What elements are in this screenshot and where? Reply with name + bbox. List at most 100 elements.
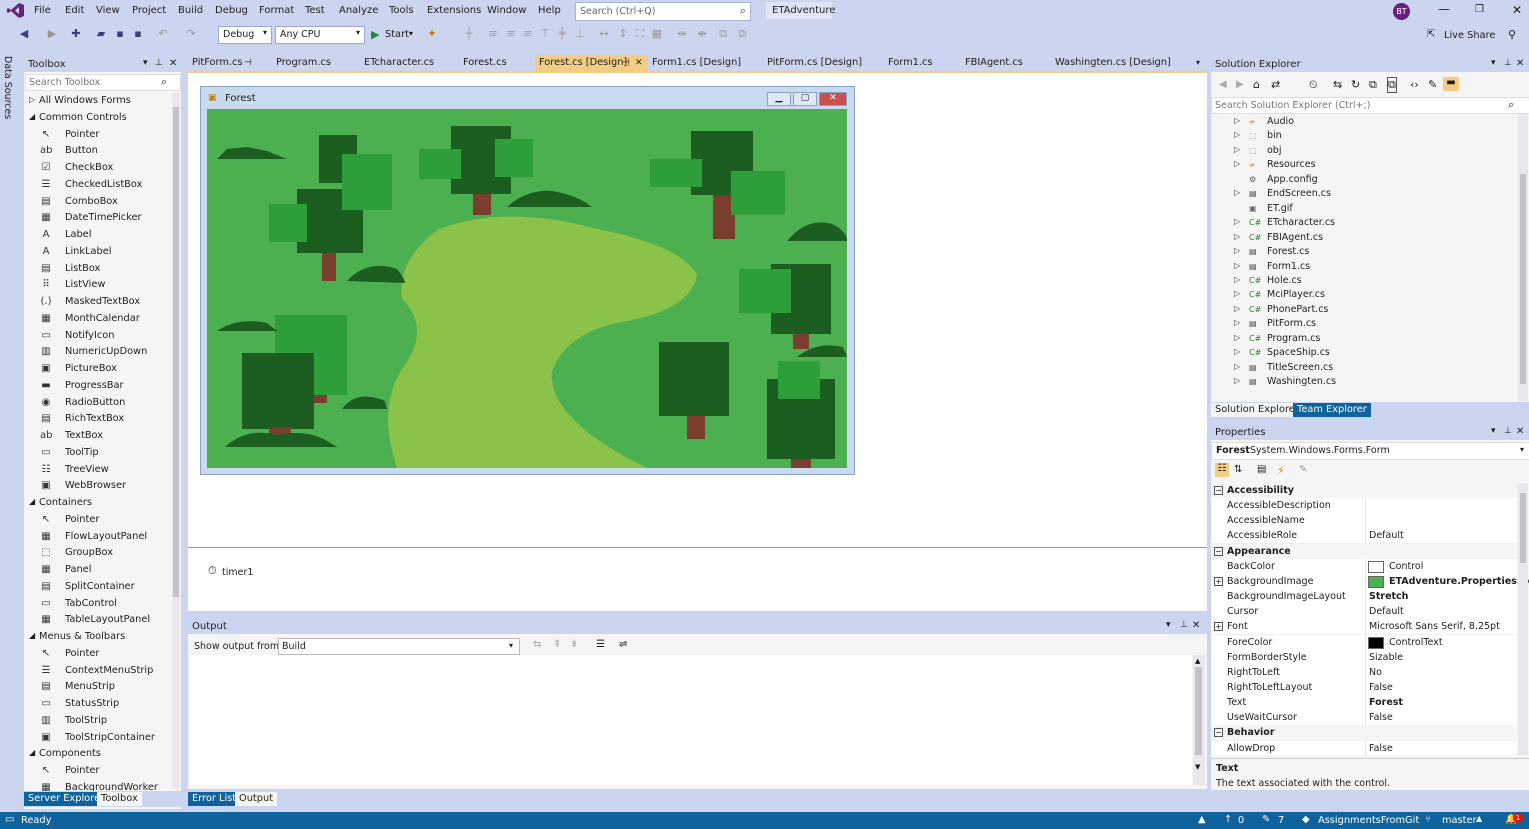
toolbox-item[interactable]: ☰ ContextMenuStrip bbox=[24, 663, 172, 679]
tab-toolbox[interactable]: Toolbox bbox=[97, 792, 142, 806]
align-top-icon[interactable]: ⊤ bbox=[539, 28, 551, 40]
toolbox-item[interactable]: ▣ PictureBox bbox=[24, 361, 172, 377]
collapse-all-icon[interactable]: ⧉ bbox=[1369, 78, 1377, 92]
toolbox-item[interactable]: (.) MaskedTextBox bbox=[24, 294, 172, 310]
live-share-icon[interactable]: ⇱ bbox=[1427, 29, 1435, 40]
output-scroll-thumb[interactable] bbox=[1195, 667, 1202, 755]
open-folder-icon[interactable]: ▰ bbox=[95, 28, 107, 40]
toolbox-item[interactable]: ▭ ToolTip bbox=[24, 445, 172, 461]
property-value[interactable]: False bbox=[1369, 682, 1393, 693]
toolbox-item[interactable]: ▦ MonthCalendar bbox=[24, 311, 172, 327]
view-code-icon[interactable]: ‹› bbox=[1410, 78, 1419, 91]
toolbox-item[interactable]: ▤ ComboBox bbox=[24, 194, 172, 210]
document-tab[interactable]: Forest.cs [Design] ⊣ ✕ bbox=[535, 55, 648, 71]
document-tab[interactable]: ETcharacter.cs bbox=[360, 55, 459, 71]
toolbox-item[interactable]: ▣ ToolStripContainer bbox=[24, 730, 172, 746]
property-value[interactable]: Stretch bbox=[1369, 591, 1408, 602]
save-icon[interactable]: ▪ bbox=[114, 28, 126, 40]
attach-icon[interactable]: ✦ bbox=[426, 28, 438, 40]
search-input[interactable]: Search (Ctrl+Q) ⌕ bbox=[575, 2, 751, 21]
expand-icon[interactable]: + bbox=[1214, 622, 1223, 632]
expand-icon[interactable]: ▷ bbox=[1234, 188, 1240, 197]
solution-tree-item[interactable]: ▷ ▤ PitForm.cs bbox=[1211, 317, 1516, 331]
send-back-icon[interactable]: ⧉ bbox=[736, 28, 748, 40]
properties-scrollbar[interactable] bbox=[1518, 483, 1528, 755]
expand-icon[interactable]: ▷ bbox=[1234, 318, 1240, 327]
toolbox-item[interactable]: ▤ SplitContainer bbox=[24, 579, 172, 595]
solution-tree-item[interactable]: ▷ C# FBIAgent.cs bbox=[1211, 231, 1516, 245]
property-row[interactable]: RightToLeftLayout False bbox=[1211, 679, 1517, 696]
expand-icon[interactable]: ▷ bbox=[1234, 145, 1240, 154]
feedback-icon[interactable]: ⚲ bbox=[1508, 28, 1516, 41]
toolbox-category[interactable]: ▷ All Windows Forms bbox=[24, 93, 172, 109]
solution-scroll-thumb[interactable] bbox=[1520, 174, 1526, 384]
toolbox-item[interactable]: ▤ RichTextBox bbox=[24, 411, 172, 427]
toolbox-item[interactable]: ▥ NumericUpDown bbox=[24, 344, 172, 360]
properties-icon[interactable]: ✎ bbox=[1428, 78, 1437, 91]
same-height-icon[interactable]: ↕ bbox=[617, 28, 629, 40]
property-row[interactable]: AccessibleRole Default bbox=[1211, 528, 1517, 545]
property-row[interactable]: AccessibleName bbox=[1211, 513, 1517, 530]
pin-icon[interactable]: ⊥ bbox=[155, 58, 163, 68]
expand-icon[interactable]: ▷ bbox=[1234, 289, 1240, 298]
collapse-icon[interactable]: − bbox=[1214, 546, 1223, 556]
toolbox-category[interactable]: ◢ Common Controls bbox=[24, 110, 172, 126]
property-row[interactable]: AccessibleDescription bbox=[1211, 498, 1517, 515]
toolbox-item[interactable]: ⬚ GroupBox bbox=[24, 545, 172, 561]
document-tab[interactable]: Program.cs bbox=[272, 55, 360, 71]
toolbox-category[interactable]: ◢ Components bbox=[24, 746, 172, 762]
dropdown-icon[interactable]: ▾ bbox=[1491, 426, 1496, 436]
close-icon[interactable]: ✕ bbox=[1516, 426, 1524, 437]
expand-icon[interactable]: ▷ bbox=[1234, 347, 1240, 356]
expand-icon[interactable]: ▷ bbox=[1234, 362, 1240, 371]
repo-icon[interactable]: ◆ bbox=[1302, 814, 1310, 825]
property-row[interactable]: + BackgroundImage ETAdventure.Properties.R… bbox=[1211, 573, 1529, 590]
pin-icon[interactable]: ⊥ bbox=[1180, 620, 1188, 630]
toolbox-item[interactable]: ▦ FlowLayoutPanel bbox=[24, 529, 172, 545]
close-tab-icon[interactable]: ✕ bbox=[635, 55, 643, 71]
menu-build[interactable]: Build bbox=[178, 5, 203, 16]
avatar[interactable]: BT bbox=[1393, 3, 1410, 20]
expand-icon[interactable]: ▷ bbox=[1234, 116, 1240, 125]
property-row[interactable]: ForeColor ControlText bbox=[1211, 634, 1517, 651]
home-icon[interactable]: ⌂ bbox=[1253, 78, 1260, 91]
properties-scroll-thumb[interactable] bbox=[1520, 493, 1526, 563]
property-row[interactable]: Cursor Default bbox=[1211, 604, 1517, 621]
toolbox-item[interactable]: ▥ ToolStrip bbox=[24, 713, 172, 729]
expand-icon[interactable]: + bbox=[1214, 576, 1223, 586]
dropdown-icon[interactable]: ▾ bbox=[1491, 58, 1496, 68]
property-pages-icon[interactable]: ✎ bbox=[1299, 464, 1307, 475]
expand-icon[interactable]: ▷ bbox=[29, 95, 35, 104]
menu-extensions[interactable]: Extensions bbox=[427, 5, 481, 16]
toolbox-search-input[interactable]: Search Toolbox ⌕ bbox=[25, 74, 181, 91]
pencil-icon[interactable]: ✎ bbox=[1262, 814, 1270, 825]
property-value[interactable]: Default bbox=[1369, 530, 1404, 541]
output-text-area[interactable] bbox=[190, 655, 1192, 785]
preview-icon[interactable]: ▬ bbox=[1443, 77, 1459, 91]
menu-tools[interactable]: Tools bbox=[389, 5, 414, 16]
menu-debug[interactable]: Debug bbox=[215, 5, 248, 16]
property-row[interactable]: BackColor Control bbox=[1211, 558, 1517, 575]
repo-name[interactable]: AssignmentsFromGit bbox=[1318, 815, 1419, 826]
spacing-icon[interactable]: ⇹ bbox=[676, 28, 688, 40]
toolbox-item[interactable]: ↖ Pointer bbox=[24, 127, 172, 143]
branch-name[interactable]: master bbox=[1442, 815, 1477, 826]
property-value[interactable]: Control bbox=[1389, 561, 1423, 572]
timer1-component[interactable]: timer1 bbox=[222, 567, 253, 578]
properties-icon[interactable]: ▤ bbox=[1257, 464, 1266, 475]
toolbox-category[interactable]: ◢ Menus & Toolbars bbox=[24, 629, 172, 645]
play-icon[interactable]: ▶ bbox=[371, 28, 379, 41]
solution-tree-item[interactable]: ▷ ▤ Washingten.cs bbox=[1211, 375, 1516, 389]
show-all-files-icon[interactable]: ⧉ bbox=[1387, 77, 1397, 93]
tab-error-list[interactable]: Error List bbox=[188, 792, 241, 806]
output-source-select[interactable]: Build ▾ bbox=[278, 638, 520, 655]
toolbox-item[interactable]: ▭ TabControl bbox=[24, 596, 172, 612]
toolbox-item[interactable]: ab Button bbox=[24, 143, 172, 159]
expand-icon[interactable]: ▷ bbox=[1234, 130, 1240, 139]
toolbox-item[interactable]: ☷ TreeView bbox=[24, 462, 172, 478]
solution-tree-item[interactable]: ▷ C# Program.cs bbox=[1211, 332, 1516, 346]
collapse-icon[interactable]: ◢ bbox=[29, 748, 35, 757]
back-icon[interactable]: ◀ bbox=[1219, 79, 1227, 90]
property-value[interactable]: Microsoft Sans Serif, 8.25pt bbox=[1369, 621, 1500, 632]
toolbox-item[interactable]: ▭ NotifyIcon bbox=[24, 328, 172, 344]
